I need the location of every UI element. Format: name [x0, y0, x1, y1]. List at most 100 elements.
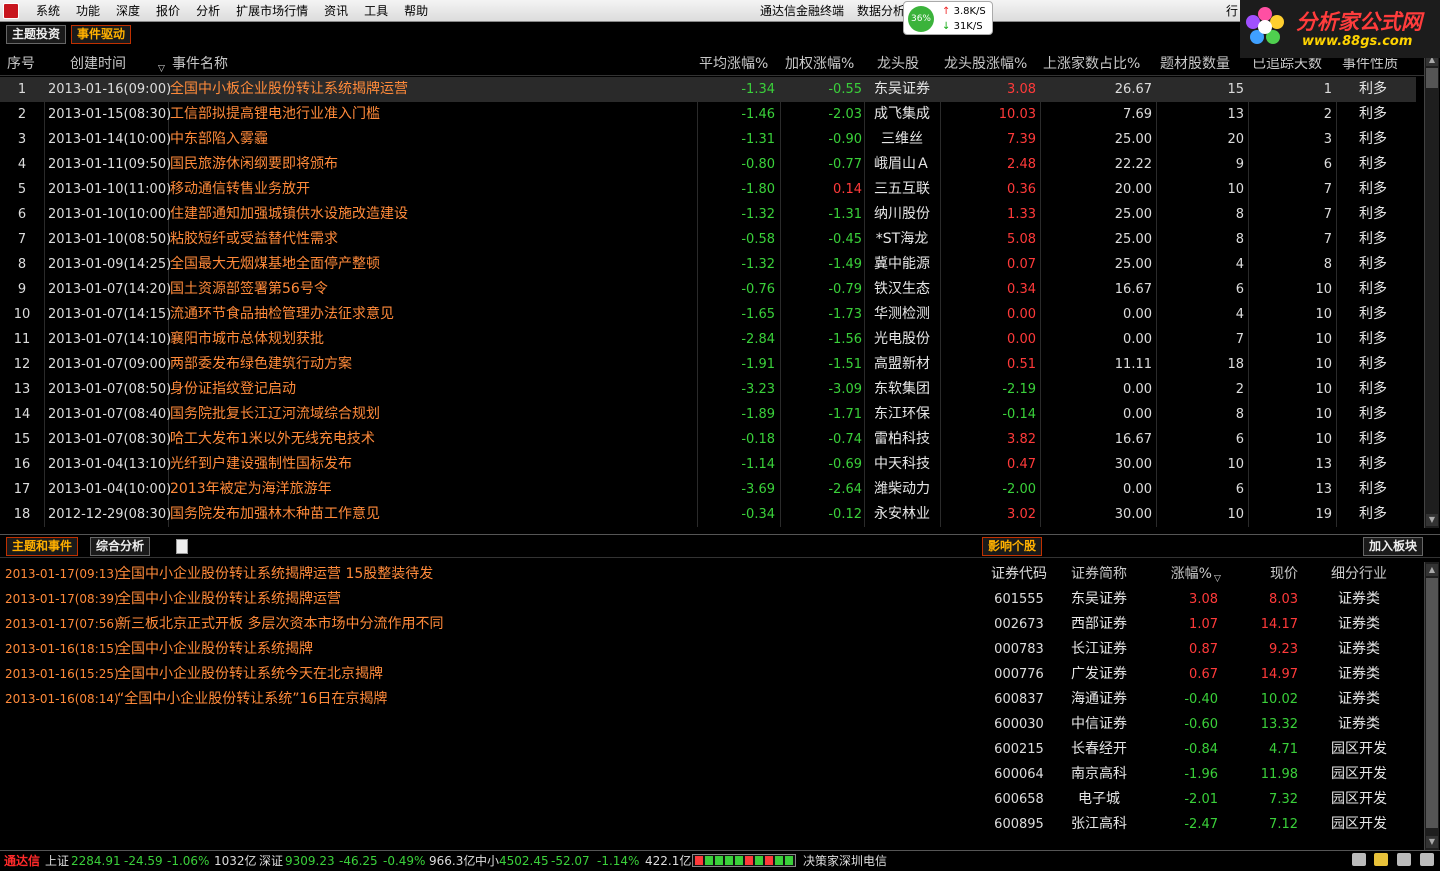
row-event-name[interactable]: 移动通信转售业务放开 — [170, 177, 310, 202]
row-event-name[interactable]: 身份证指纹登记启动 — [170, 377, 296, 402]
table-row[interactable]: 18 2012-12-29(08:30) 国务院发布加强林木种苗工作意见 -0.34 -… — [0, 502, 1416, 527]
tab-event-driven[interactable]: 事件驱动 — [71, 25, 132, 44]
tab-comprehensive-analysis[interactable]: 综合分析 — [90, 537, 151, 556]
row-event-name[interactable]: 工信部拟提高锂电池行业准入门槛 — [170, 102, 380, 127]
settings-icon[interactable] — [1420, 853, 1434, 866]
news-title[interactable]: 新三板北京正式开板 多层次资本市场中分流作用不同 — [117, 612, 443, 637]
table-row[interactable]: 9 2013-01-07(14:20) 国土资源部签署第56号令 -0.76 -0.79… — [0, 277, 1416, 302]
col-stock-price[interactable]: 现价 — [1218, 562, 1298, 586]
stock-row[interactable]: 600895 张江高科 -2.47 7.12 园区开发 — [980, 812, 1420, 837]
tab-theme-events[interactable]: 主题和事件 — [6, 537, 79, 556]
table-row[interactable]: 1 2013-01-16(09:00) 全国中小板企业股份转让系统揭牌运营 -1.34… — [0, 77, 1416, 102]
table-row[interactable]: 5 2013-01-10(11:00) 移动通信转售业务放开 -1.80 0.14 三五互… — [0, 177, 1416, 202]
row-event-name[interactable]: 国民旅游休闲纲要即将颁布 — [170, 152, 338, 177]
sh-label[interactable]: 上证 — [45, 852, 69, 870]
row-event-name[interactable]: 全国中小板企业股份转让系统揭牌运营 — [170, 77, 408, 102]
row-event-name[interactable]: 哈工大发布1米以外无线充电技术 — [170, 427, 375, 452]
table-row[interactable]: 16 2013-01-04(13:10) 光纤到户建设强制性国标发布 -1.14 -0.… — [0, 452, 1416, 477]
row-event-name[interactable]: 粘胶短纤或受益替代性需求 — [170, 227, 338, 252]
lock-icon[interactable] — [1374, 853, 1389, 866]
stock-row[interactable]: 600030 中信证券 -0.60 13.32 证券类 — [980, 712, 1420, 737]
scroll-up-icon-2[interactable]: ▲ — [1426, 564, 1438, 576]
scroll-thumb-2[interactable] — [1426, 578, 1438, 828]
menu-item-2[interactable]: 深度 — [108, 3, 148, 19]
event-table-scrollbar[interactable]: ▲ ▼ — [1424, 52, 1439, 528]
sz-label[interactable]: 深证 — [259, 852, 283, 870]
stock-row[interactable]: 601555 东吴证券 3.08 8.03 证券类 — [980, 587, 1420, 612]
row-event-name[interactable]: 2013年被定为海洋旅游年 — [170, 477, 332, 502]
stock-row[interactable]: 002673 西部证券 1.07 14.17 证券类 — [980, 612, 1420, 637]
document-icon[interactable] — [176, 539, 188, 554]
col-stock-count[interactable]: 题材股数量 — [1160, 52, 1230, 76]
table-row[interactable]: 13 2013-01-07(08:50) 身份证指纹登记启动 -3.23 -3.09 东软… — [0, 377, 1416, 402]
table-row[interactable]: 6 2013-01-10(10:00) 住建部通知加强城镇供水设施改造建设 -1.32… — [0, 202, 1416, 227]
news-item[interactable]: 2013-01-16(18:15) 全国中小企业股份转让系统揭牌 — [0, 637, 970, 662]
col-stock-name[interactable]: 证券简称 — [1058, 562, 1140, 586]
row-event-name[interactable]: 国务院发布加强林木种苗工作意见 — [170, 502, 380, 527]
stock-row[interactable]: 600064 南京高科 -1.96 11.98 园区开发 — [980, 762, 1420, 787]
col-create-time[interactable]: 创建时间 — [70, 52, 126, 76]
menu-item-0[interactable]: 系统 — [28, 3, 68, 19]
sort-desc-icon[interactable]: ▽ — [158, 64, 165, 74]
scroll-down-icon-2[interactable]: ▼ — [1426, 836, 1438, 848]
table-row[interactable]: 11 2013-01-07(14:10) 襄阳市城市总体规划获批 -2.84 -1.56… — [0, 327, 1416, 352]
add-to-block-button[interactable]: 加入板块 — [1363, 537, 1424, 556]
scroll-thumb[interactable] — [1426, 68, 1438, 88]
row-event-name[interactable]: 两部委发布绿色建筑行动方案 — [170, 352, 352, 377]
news-item[interactable]: 2013-01-17(07:56) 新三板北京正式开板 多层次资本市场中分流作用不… — [0, 612, 970, 637]
table-row[interactable]: 3 2013-01-14(10:00) 中东部陷入雾霾 -1.31 -0.90 三维丝 7.… — [0, 127, 1416, 152]
row-event-name[interactable]: 中东部陷入雾霾 — [170, 127, 268, 152]
row-event-name[interactable]: 国务院批复长江辽河流域综合规划 — [170, 402, 380, 427]
table-row[interactable]: 15 2013-01-07(08:30) 哈工大发布1米以外无线充电技术 -0.18 -… — [0, 427, 1416, 452]
menu-item-7[interactable]: 工具 — [356, 3, 396, 19]
table-row[interactable]: 14 2013-01-07(08:40) 国务院批复长江辽河流域综合规划 -1.89 -… — [0, 402, 1416, 427]
news-title[interactable]: 全国中小企业股份转让系统揭牌运营 15股整装待发 — [117, 562, 433, 587]
row-event-name[interactable]: 流通环节食品抽检管理办法征求意见 — [170, 302, 394, 327]
news-item[interactable]: 2013-01-17(08:39) 全国中小企业股份转让系统揭牌运营 — [0, 587, 970, 612]
col-idx[interactable]: 序号 — [7, 52, 35, 76]
table-row[interactable]: 10 2013-01-07(14:15) 流通环节食品抽检管理办法征求意见 -1.65… — [0, 302, 1416, 327]
col-avg-chg[interactable]: 平均涨幅% — [699, 52, 768, 76]
stock-table-scrollbar[interactable]: ▲ ▼ — [1424, 562, 1439, 850]
table-row[interactable]: 8 2013-01-09(14:25) 全国最大无烟煤基地全面停产整顿 -1.32 -1… — [0, 252, 1416, 277]
stock-row[interactable]: 600658 电子城 -2.01 7.32 园区开发 — [980, 787, 1420, 812]
menu-item-5[interactable]: 扩展市场行情 — [228, 3, 316, 19]
col-stock-chg[interactable]: 涨幅% — [1140, 562, 1212, 586]
menu-item-3[interactable]: 报价 — [148, 3, 188, 19]
table-row[interactable]: 2 2013-01-15(08:30) 工信部拟提高锂电池行业准入门槛 -1.46 -2… — [0, 102, 1416, 127]
news-title[interactable]: 全国中小企业股份转让系统揭牌 — [117, 637, 313, 662]
row-event-name[interactable]: 光纤到户建设强制性国标发布 — [170, 452, 352, 477]
news-item[interactable]: 2013-01-16(08:14) “全国中小企业股份转让系统”16日在京揭牌 — [0, 687, 970, 712]
table-row[interactable]: 17 2013-01-04(10:00) 2013年被定为海洋旅游年 -3.69 -2.… — [0, 477, 1416, 502]
menu-item-data-analysis[interactable]: 数据分析 — [857, 3, 905, 19]
table-row[interactable]: 7 2013-01-10(08:50) 粘胶短纤或受益替代性需求 -0.58 -0.45… — [0, 227, 1416, 252]
news-title[interactable]: 全国中小企业股份转让系统揭牌运营 — [117, 587, 341, 612]
row-event-name[interactable]: 襄阳市城市总体规划获批 — [170, 327, 324, 352]
menu-item-right[interactable]: 行 — [1226, 3, 1238, 19]
col-weighted-chg[interactable]: 加权涨幅% — [785, 52, 854, 76]
mail-icon[interactable] — [1351, 853, 1366, 866]
stock-row[interactable]: 600215 长春经开 -0.84 4.71 园区开发 — [980, 737, 1420, 762]
col-stock-code[interactable]: 证券代码 — [980, 562, 1058, 586]
row-event-name[interactable]: 住建部通知加强城镇供水设施改造建设 — [170, 202, 408, 227]
col-stock-industry[interactable]: 细分行业 — [1304, 562, 1414, 586]
news-item[interactable]: 2013-01-17(09:13) 全国中小企业股份转让系统揭牌运营 15股整装待… — [0, 562, 970, 587]
menu-item-6[interactable]: 资讯 — [316, 3, 356, 19]
tab-theme-investment[interactable]: 主题投资 — [6, 25, 67, 44]
table-row[interactable]: 4 2013-01-11(09:50) 国民旅游休闲纲要即将颁布 -0.80 -0.77… — [0, 152, 1416, 177]
table-row[interactable]: 12 2013-01-07(09:00) 两部委发布绿色建筑行动方案 -1.91 -1.… — [0, 352, 1416, 377]
scroll-down-icon[interactable]: ▼ — [1426, 514, 1438, 526]
network-icon[interactable] — [1397, 853, 1412, 866]
stock-row[interactable]: 600837 海通证券 -0.40 10.02 证券类 — [980, 687, 1420, 712]
row-event-name[interactable]: 全国最大无烟煤基地全面停产整顿 — [170, 252, 380, 277]
menu-item-4[interactable]: 分析 — [188, 3, 228, 19]
menu-item-1[interactable]: 功能 — [68, 3, 108, 19]
news-item[interactable]: 2013-01-16(15:25) 全国中小企业股份转让系统今天在北京揭牌 — [0, 662, 970, 687]
news-title[interactable]: 全国中小企业股份转让系统今天在北京揭牌 — [117, 662, 383, 687]
zx-label[interactable]: 中小 — [475, 852, 499, 870]
col-up-ratio[interactable]: 上涨家数占比% — [1043, 52, 1140, 76]
col-leader-chg[interactable]: 龙头股涨幅% — [944, 52, 1027, 76]
col-leader[interactable]: 龙头股 — [877, 52, 919, 76]
menu-item-8[interactable]: 帮助 — [396, 3, 436, 19]
news-title[interactable]: “全国中小企业股份转让系统”16日在京揭牌 — [117, 687, 387, 712]
